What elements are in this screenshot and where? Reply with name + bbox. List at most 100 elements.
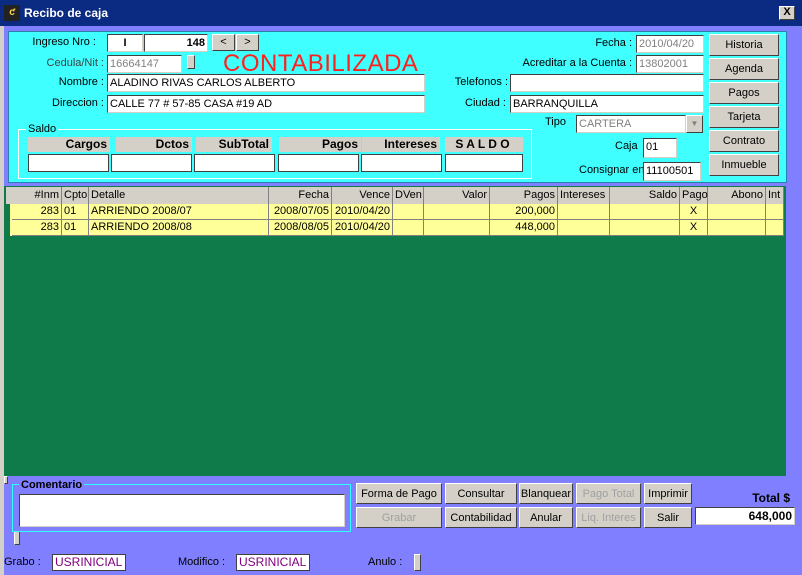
acreditar-field[interactable]: 13802001 (636, 55, 704, 73)
total-value: 648,000 (695, 507, 795, 525)
contabilidad-button[interactable]: Contabilidad (445, 507, 517, 528)
detail-grid[interactable]: #Inm Cpto Detalle Fecha Vence DVen Valor… (4, 186, 786, 476)
consignar-field[interactable]: 11100501 (643, 162, 701, 181)
caja-label: Caja (615, 140, 638, 152)
consignar-label: Consignar en (579, 164, 645, 176)
col-dven[interactable]: DVen (393, 187, 424, 204)
col-valor[interactable]: Valor (424, 187, 490, 204)
imprimir-button[interactable]: Imprimir (644, 483, 692, 504)
cell-int[interactable] (766, 204, 784, 220)
comentario-group: Comentario (12, 479, 351, 532)
next-record-button[interactable]: > (236, 34, 259, 51)
tipo-dropdown-arrow-icon[interactable]: ▼ (686, 115, 703, 133)
col-detalle[interactable]: Detalle (89, 187, 269, 204)
anulo-label: Anulo : (368, 556, 403, 568)
fecha-label: Fecha : (595, 37, 632, 49)
cedula-lookup-button[interactable] (187, 55, 195, 69)
col-pago[interactable]: Pago (680, 187, 708, 204)
anular-button[interactable]: Anular (519, 507, 573, 528)
caja-field[interactable]: 01 (643, 138, 677, 158)
cell-pagos: 200,000 (490, 204, 558, 220)
cell-detalle: ARRIENDO 2008/07 (89, 204, 269, 220)
col-intereses[interactable]: Intereses (558, 187, 610, 204)
cell-fecha: 2008/08/05 (269, 220, 332, 236)
prev-record-button[interactable]: < (212, 34, 235, 51)
ciudad-label: Ciudad : (465, 97, 506, 109)
telefonos-field[interactable] (510, 74, 704, 92)
pagos-button[interactable]: Pagos (709, 82, 779, 104)
pago-total-button[interactable]: Pago Total (576, 483, 641, 504)
anulo-checkbox[interactable] (414, 554, 421, 571)
cell-pago[interactable]: X (680, 204, 708, 220)
ciudad-field[interactable]: BARRANQUILLA (510, 95, 704, 113)
saldo-header-cargos: Cargos (28, 137, 110, 152)
saldo-subtotal-field (194, 154, 275, 172)
saldo-header-pagos: Pagos (279, 137, 361, 152)
grabo-user: USRINICIAL (52, 554, 126, 571)
saldo-header-subtotal: SubTotal (196, 137, 272, 152)
saldo-cargos-field (28, 154, 109, 172)
cell-pago[interactable]: X (680, 220, 708, 236)
table-row[interactable]: 283 01 ARRIENDO 2008/08 2008/08/05 2010/… (10, 220, 784, 236)
cell-intereses (558, 220, 610, 236)
saldo-dctos-field (111, 154, 192, 172)
acreditar-label: Acreditar a la Cuenta : (522, 57, 632, 69)
col-cpto[interactable]: Cpto (62, 187, 89, 204)
cell-inm: 283 (12, 204, 62, 220)
cell-inm: 283 (12, 220, 62, 236)
cell-vence: 2010/04/20 (332, 220, 393, 236)
direccion-label: Direccion : (52, 97, 104, 109)
cell-dven (393, 204, 424, 220)
grabo-label: Grabo : (4, 556, 41, 568)
col-vence[interactable]: Vence (332, 187, 393, 204)
fecha-field[interactable]: 2010/04/20 (636, 35, 704, 53)
comentario-input[interactable] (19, 494, 345, 527)
consultar-button[interactable]: Consultar (445, 483, 517, 504)
inmueble-button[interactable]: Inmueble (709, 154, 779, 176)
total-label: Total $ (752, 491, 790, 505)
saldo-header-saldo: S A L D O (445, 137, 523, 152)
saldo-group-label: Saldo (26, 123, 59, 135)
contrato-button[interactable]: Contrato (709, 130, 779, 152)
cell-detalle: ARRIENDO 2008/08 (89, 220, 269, 236)
ingreso-numero-field[interactable]: 148 (144, 34, 208, 52)
agenda-button[interactable]: Agenda (709, 58, 779, 80)
tarjeta-button[interactable]: Tarjeta (709, 106, 779, 128)
app-icon: ƈ (4, 5, 20, 21)
cell-abono[interactable] (708, 220, 766, 236)
salir-button[interactable]: Salir (644, 507, 692, 528)
cell-dven (393, 220, 424, 236)
col-abono[interactable]: Abono (708, 187, 766, 204)
comentario-label: Comentario (19, 479, 85, 491)
cell-valor (424, 204, 490, 220)
ingreso-tipo-field[interactable]: I (107, 34, 143, 52)
ingreso-label: Ingreso Nro : (32, 36, 96, 48)
cell-int[interactable] (766, 220, 784, 236)
grabar-button[interactable]: Grabar (356, 507, 442, 528)
grid-header: #Inm Cpto Detalle Fecha Vence DVen Valor… (6, 187, 784, 204)
col-inm[interactable]: #Inm (12, 187, 62, 204)
col-pagos[interactable]: Pagos (490, 187, 558, 204)
saldo-intereses-field (361, 154, 442, 172)
liq-intereses-button[interactable]: Liq. Interes (576, 507, 641, 528)
cell-fecha: 2008/07/05 (269, 204, 332, 220)
cell-saldo (610, 220, 680, 236)
cedula-field[interactable]: 16664147 (107, 55, 182, 73)
window-title: Recibo de caja (24, 6, 109, 20)
historia-button[interactable]: Historia (709, 34, 779, 56)
table-row[interactable]: 283 01 ARRIENDO 2008/07 2008/07/05 2010/… (10, 204, 784, 220)
forma-pago-button[interactable]: Forma de Pago (356, 483, 442, 504)
col-int[interactable]: Int (766, 187, 784, 204)
col-fecha[interactable]: Fecha (269, 187, 332, 204)
title-bar: ƈ Recibo de caja X (0, 0, 802, 26)
col-saldo[interactable]: Saldo (610, 187, 680, 204)
direccion-field[interactable]: CALLE 77 # 57-85 CASA #19 AD (107, 95, 425, 113)
cell-abono[interactable] (708, 204, 766, 220)
splitter-handle[interactable] (4, 476, 8, 484)
comment-scroll-handle[interactable] (14, 531, 20, 545)
nombre-field[interactable]: ALADINO RIVAS CARLOS ALBERTO (107, 74, 425, 92)
cedula-label: Cedula/Nit : (46, 57, 104, 69)
tipo-select[interactable]: CARTERA (576, 115, 686, 133)
blanquear-button[interactable]: Blanquear (519, 483, 573, 504)
close-button[interactable]: X (779, 6, 795, 20)
